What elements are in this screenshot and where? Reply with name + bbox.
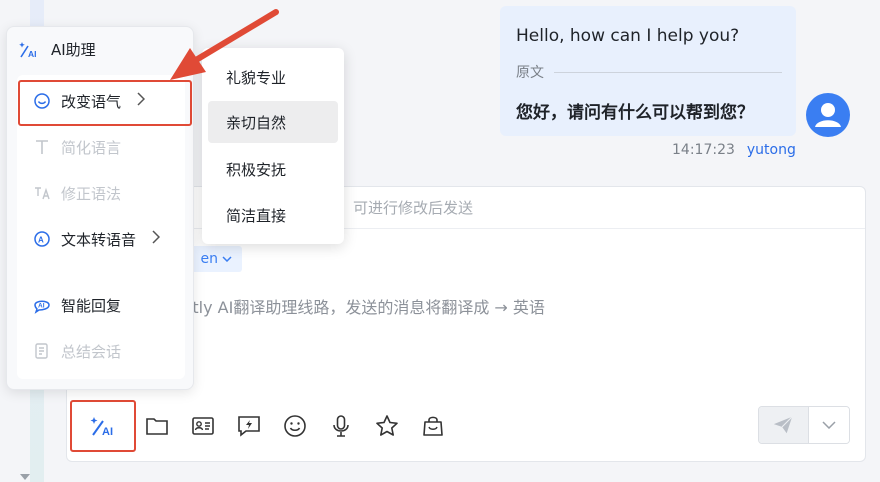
text-to-speech-icon: A [34,231,50,247]
folder-icon [146,418,168,435]
emoji-button[interactable] [272,404,318,448]
compose-input[interactable]: artly AI翻译助理线路，发送的消息将翻译成 → 英语 [176,294,545,318]
ai-assistant-icon: AI [19,41,37,59]
language-label: en [200,251,219,267]
target-language-tag[interactable]: en [186,246,242,272]
chevron-right-icon [152,230,161,248]
quick-reply-icon [238,416,260,437]
voice-button[interactable] [318,404,364,448]
chevron-down-icon [822,421,836,429]
menu-item-summarize[interactable]: 总结会话 [17,333,185,369]
tone-option-friendly-natural[interactable]: 亲切自然 [208,101,338,143]
shopping-bag-icon [423,416,443,436]
quick-reply-button[interactable] [226,404,272,448]
ai-menu-title: AI助理 [51,41,96,59]
menu-item-label: 修正语法 [61,184,122,203]
message-text: Hello, how can I help you? [516,26,740,46]
original-divider: 原文 [516,62,782,82]
message-meta: 14:17:23 yutong [672,142,796,158]
user-icon [815,103,841,127]
text-t-icon [36,140,48,154]
tone-option-polite-professional[interactable]: 礼貌专业 [208,56,338,98]
scroll-down-arrow-icon[interactable] [20,474,30,480]
favorites-button[interactable] [364,404,410,448]
avatar[interactable] [806,93,850,137]
svg-text:A: A [38,236,44,245]
menu-item-label: 智能回复 [61,296,122,315]
tone-submenu: 礼貌专业 亲切自然 积极安抚 简洁直接 [202,48,344,244]
svg-text:AI: AI [28,49,37,59]
menu-item-label: 总结会话 [61,342,122,361]
menu-item-smart-reply[interactable]: AI 智能回复 [17,287,185,323]
contact-card-button[interactable] [180,404,226,448]
send-group [758,406,850,444]
star-icon [376,415,398,436]
chevron-down-icon [222,256,232,262]
tone-option-positive-reassuring[interactable]: 积极安抚 [208,148,338,190]
paper-plane-icon [774,416,794,434]
compose-hint: 可进行修改后发送 [353,199,474,217]
emoji-icon [284,415,306,437]
ai-menu-header: AI AI助理 [19,39,96,60]
message-sender[interactable]: yutong [747,142,796,158]
message-time: 14:17:23 [672,142,735,158]
menu-item-label: 文本转语音 [61,230,137,249]
ai-reply-icon: AI [34,300,50,314]
svg-text:AI: AI [38,303,45,310]
translated-text: 您好，请问有什么可以帮到您？ [516,103,754,123]
folder-button[interactable] [134,404,180,448]
menu-item-simplify[interactable]: 简化语言 [17,129,185,165]
send-options-button[interactable] [807,407,849,443]
microphone-icon [333,415,349,437]
grammar-icon [35,187,50,200]
menu-item-label: 简化语言 [61,138,122,157]
ai-menu-group-assist: AI 智能回复 总结会话 [17,279,185,379]
divider-line [554,71,782,73]
original-label: 原文 [516,65,544,81]
tone-option-concise-direct[interactable]: 简洁直接 [208,194,338,236]
shop-button[interactable] [410,404,456,448]
send-button[interactable] [759,407,808,443]
contact-card-icon [192,417,214,435]
ai-button-highlight [70,400,136,452]
message-bubble: Hello, how can I help you? 原文 您好，请问有什么可以… [500,6,796,136]
change-tone-highlight [18,80,192,126]
menu-item-text-to-speech[interactable]: A 文本转语音 [17,221,185,257]
menu-item-fix-grammar[interactable]: 修正语法 [17,175,185,211]
summary-icon [35,343,48,359]
